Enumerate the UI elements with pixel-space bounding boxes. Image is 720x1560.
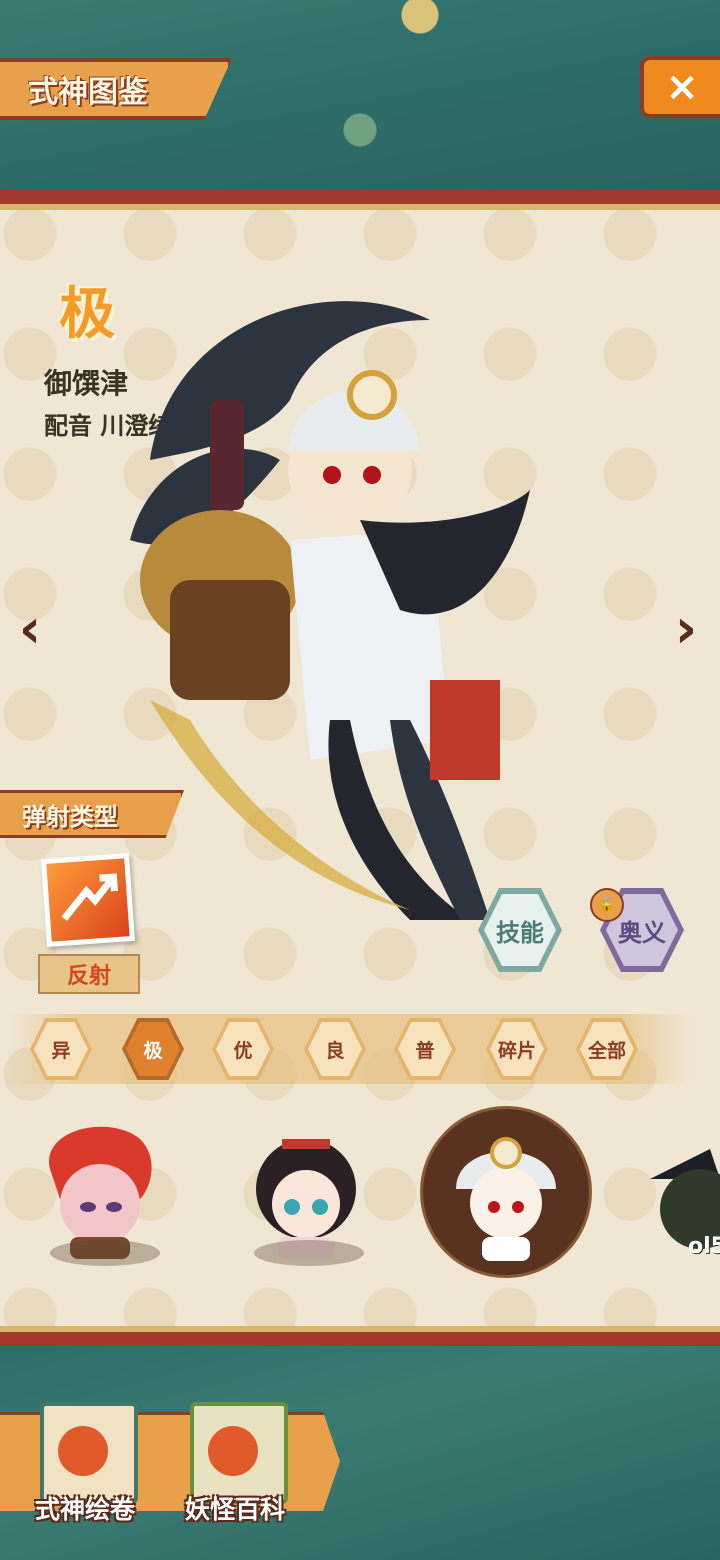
filter-label: 全部	[587, 1039, 626, 1062]
close-button[interactable]: ×	[640, 56, 720, 118]
filter-label: 优	[233, 1039, 253, 1062]
bounce-type-value: 反射	[38, 954, 140, 994]
filter-label: 良	[325, 1039, 345, 1062]
bounce-type-heading-text: 弹射类型	[22, 802, 118, 831]
mystery-button-label: 奥义	[618, 918, 666, 947]
encyclopedia-icon	[190, 1402, 288, 1504]
filter-label: 碎片	[497, 1039, 536, 1062]
yokai-encyclopedia-button[interactable]: 妖怪百科	[170, 1396, 300, 1526]
chevron-left-icon: ‹	[18, 596, 42, 660]
character-illustration	[130, 301, 530, 920]
roster-item[interactable]	[234, 1114, 374, 1274]
page-title-text: 式神图鉴	[28, 75, 148, 110]
roster-partial-label: ol5	[688, 1234, 720, 1259]
scroll-icon	[40, 1402, 138, 1504]
roster-item[interactable]	[30, 1114, 170, 1274]
yokai-encyclopedia-label: 妖怪百科	[184, 1495, 285, 1524]
bounce-type-heading: 弹射类型	[0, 790, 184, 838]
lock-icon: 🔒	[590, 888, 624, 922]
close-icon: ×	[665, 64, 699, 110]
page-title: 式神图鉴	[0, 58, 232, 120]
reflect-arrow-icon	[61, 873, 118, 921]
filter-label: 异	[51, 1039, 71, 1062]
chevron-right-icon: ›	[674, 596, 698, 660]
filter-label: 普	[415, 1039, 435, 1062]
roster-item-selected[interactable]	[436, 1114, 576, 1274]
shikigami-scroll-label: 式神绘卷	[34, 1495, 135, 1524]
bounce-type-icon	[41, 853, 135, 947]
reflect-icon	[46, 858, 130, 942]
shikigami-avatar	[456, 1137, 556, 1261]
skill-button-label: 技能	[496, 918, 544, 947]
rarity-text: 极	[59, 280, 115, 347]
next-character-button[interactable]: ›	[662, 597, 710, 660]
shikigami-scroll-button[interactable]: 式神绘卷	[20, 1396, 150, 1526]
previous-character-button[interactable]: ‹	[6, 597, 54, 660]
filter-label: 极	[143, 1039, 163, 1062]
bounce-type-value-text: 反射	[66, 964, 111, 989]
